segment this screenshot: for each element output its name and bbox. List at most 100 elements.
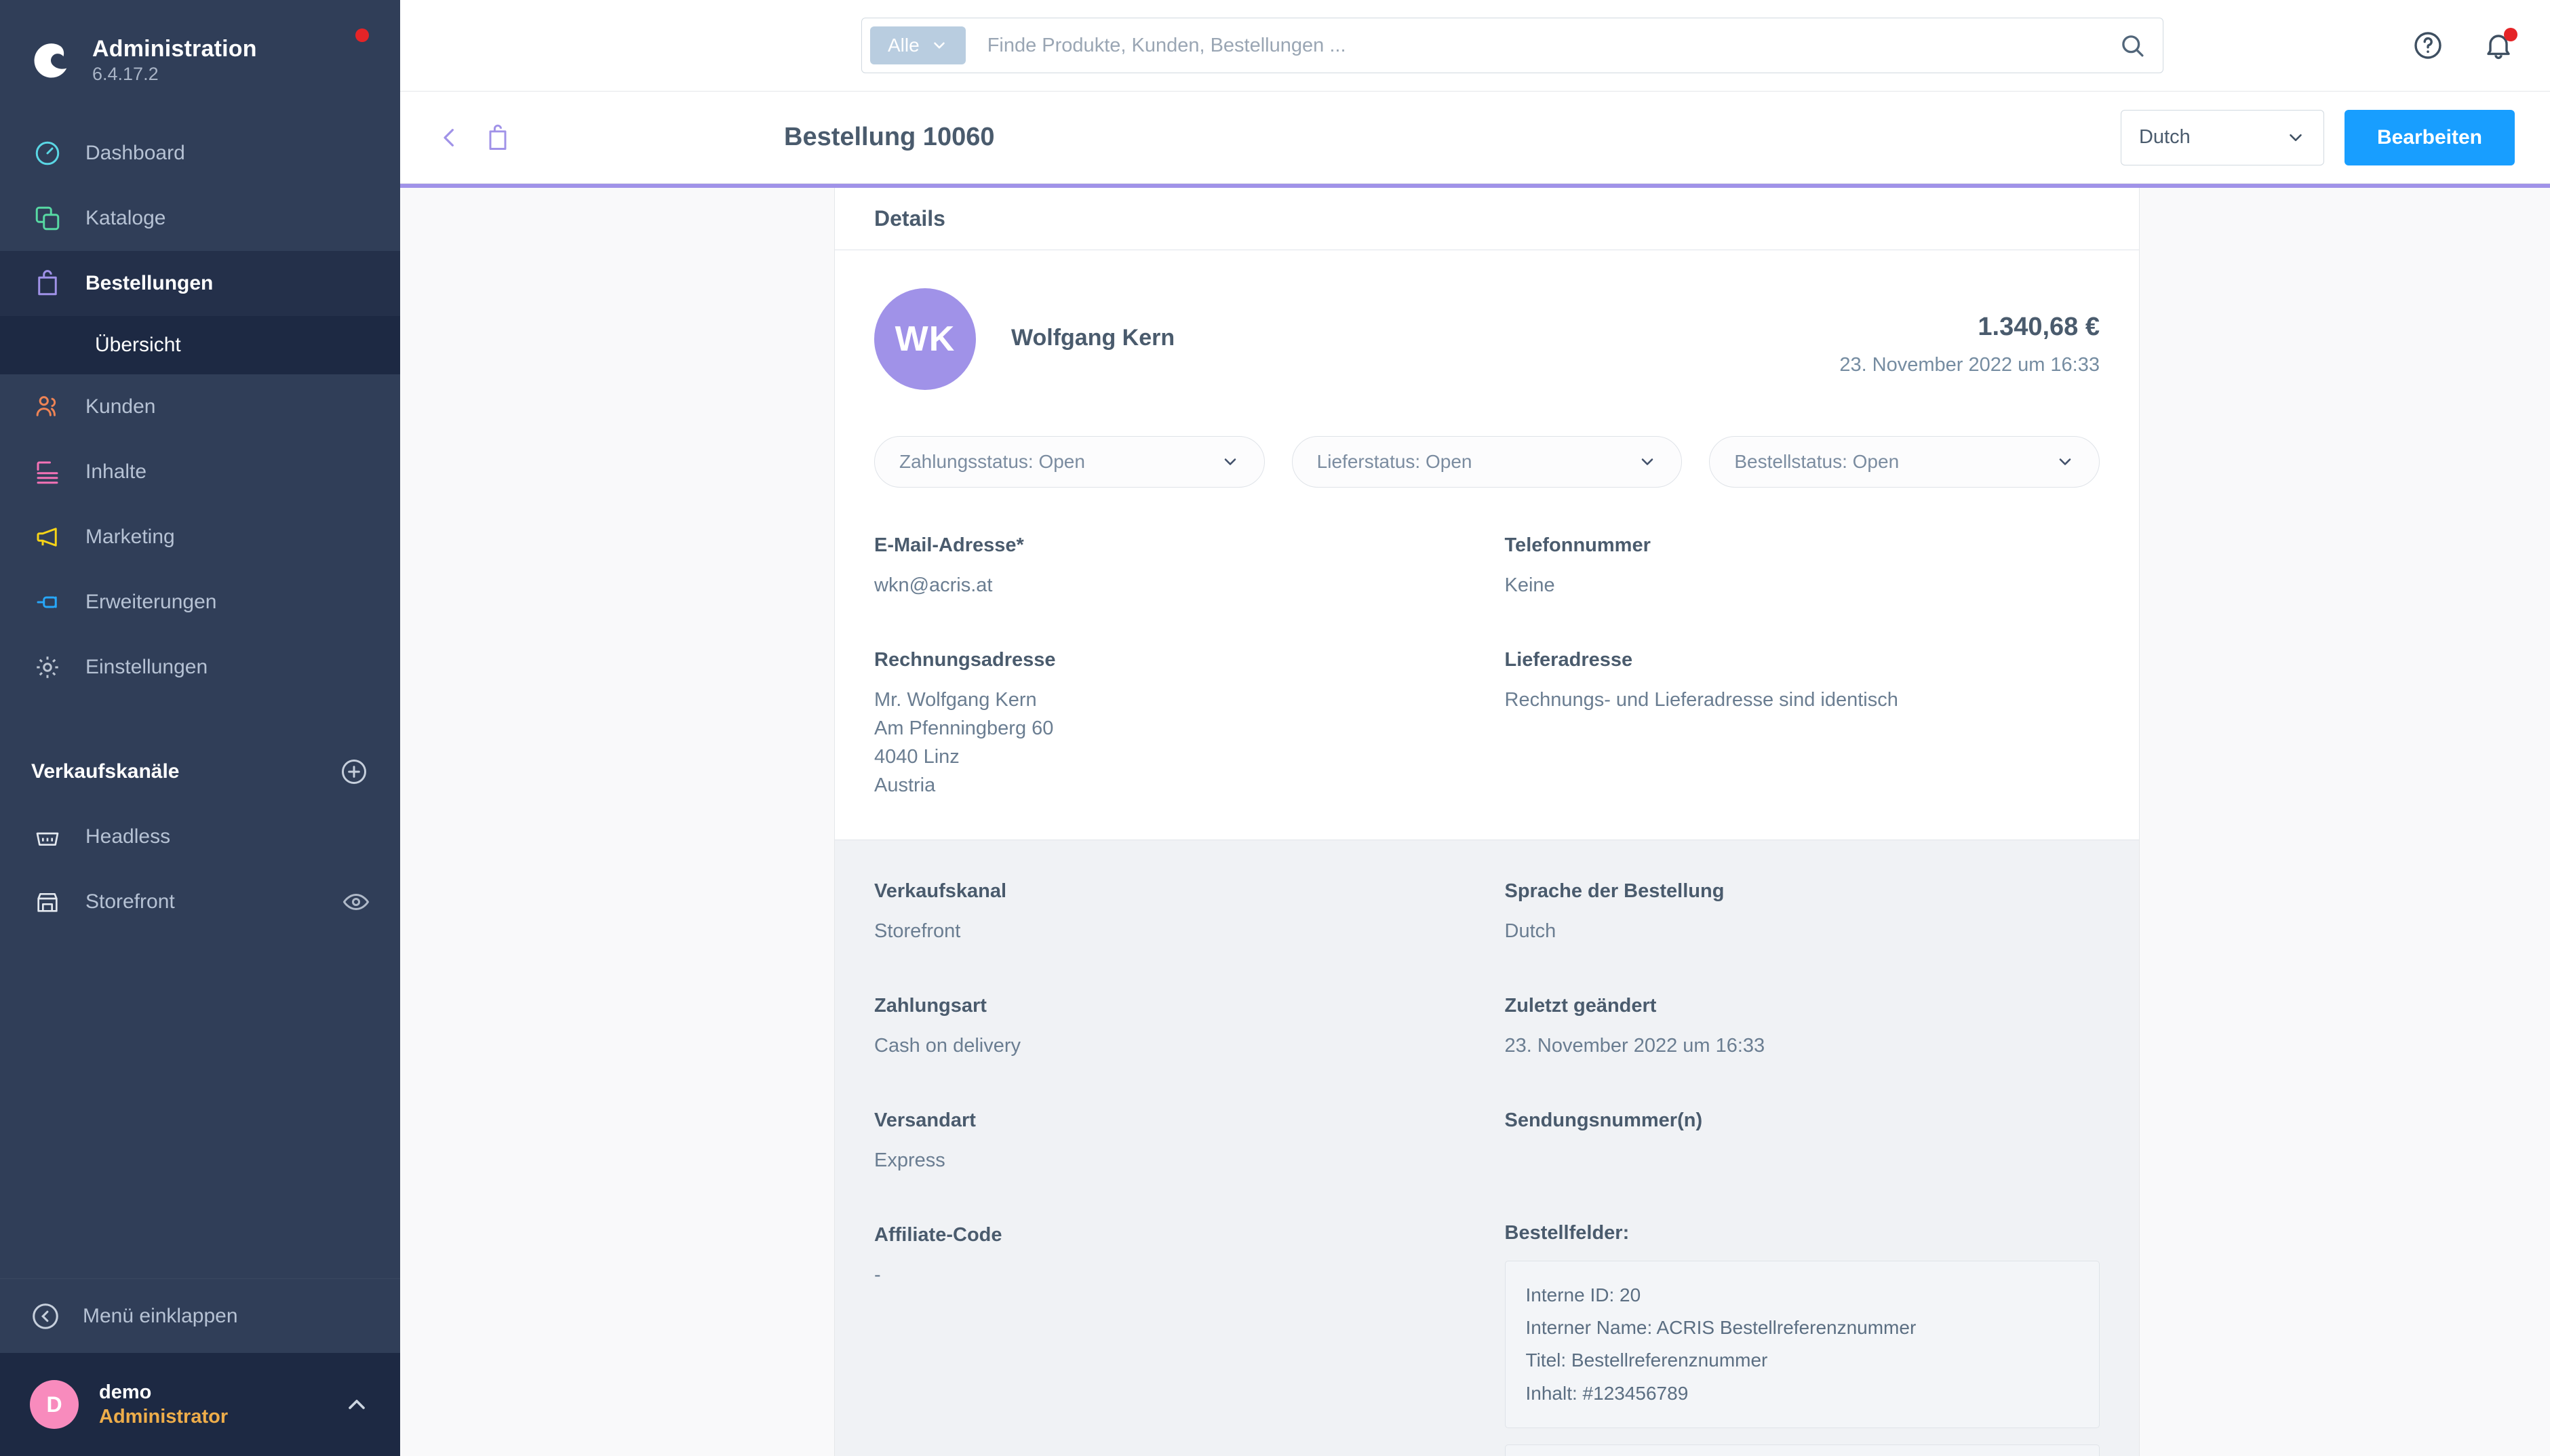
shipping-method-value: Express (874, 1149, 945, 1172)
order-language-group: Sprache der Bestellung Dutch (1505, 878, 2100, 945)
shipping-method-group: Versandart Express (874, 1107, 1470, 1175)
order-fields-label: Bestellfelder: (1504, 1222, 1630, 1244)
order-field-content: Inhalt: #123456789 (1525, 1382, 1689, 1404)
order-fields-group: Bestellfelder: Interne ID: 20 Interner N… (1504, 1175, 2100, 1456)
last-modified-label: Zuletzt geändert (1504, 994, 1657, 1017)
details-card-body: WK Wolfgang Kern 1.340,68 € 23. November… (835, 250, 2139, 840)
order-field-box: Interne ID: 40 Interner Name: ACRIS Kund… (1504, 1444, 2100, 1456)
sidebar-item-marketing[interactable]: Marketing (0, 505, 400, 570)
gauge-icon (30, 136, 65, 171)
sidebar-subitem-uebersicht[interactable]: Übersicht (0, 316, 400, 374)
shipping-address-value: Rechnungs- und Lieferadresse sind identi… (1504, 689, 1898, 711)
basket-icon (30, 819, 65, 854)
order-totals: 1.340,68 € 23. November 2022 um 16:33 (1839, 288, 2100, 376)
details-card-header: Details (835, 188, 2139, 250)
affiliate-code-value: - (874, 1264, 881, 1286)
last-modified-value: 23. November 2022 um 16:33 (1504, 1034, 1765, 1057)
sidebar-item-einstellungen[interactable]: Einstellungen (0, 635, 400, 700)
brand-version: 6.4.17.2 (92, 64, 159, 85)
shop-icon (30, 884, 65, 920)
order-field-title: Titel: Bestellreferenznummer (1525, 1350, 1768, 1371)
sidebar-item-kataloge[interactable]: Kataloge (0, 186, 400, 251)
search-scope-dropdown[interactable]: Alle (870, 26, 966, 64)
sidebar-item-label: Erweiterungen (85, 591, 217, 613)
main-area: Alle Finde Produkte, Kunden, Bestellunge… (400, 0, 2550, 1456)
sidebar-nav: Dashboard Kataloge Bestellungen Übersich… (0, 121, 400, 700)
content-area: Details WK Wolfgang Kern 1.340,68 € 23. … (400, 184, 2550, 1456)
order-bag-icon (483, 123, 513, 153)
sidebar-item-dashboard[interactable]: Dashboard (0, 121, 400, 186)
edit-button[interactable]: Bearbeiten (2344, 109, 2515, 165)
help-circle-icon[interactable] (2412, 29, 2444, 62)
sidebar: Administration 6.4.17.2 Dashboard Katalo… (0, 0, 400, 1456)
sidebar-item-label: Dashboard (85, 142, 185, 164)
search-icon[interactable] (2118, 31, 2146, 60)
megaphone-icon (30, 519, 65, 555)
page-header: Bestellung 10060 Dutch Bearbeiten (400, 92, 2550, 184)
preview-storefront-eye-icon[interactable] (342, 888, 370, 916)
bag-icon (30, 266, 65, 301)
chevron-up-icon[interactable] (343, 1391, 370, 1418)
sidebar-item-label: Marketing (85, 526, 175, 548)
copy-icon (30, 201, 65, 236)
sidebar-brand[interactable]: Administration 6.4.17.2 (0, 0, 400, 95)
chevron-down-icon (1224, 458, 1236, 465)
sidebar-item-inhalte[interactable]: Inhalte (0, 439, 400, 505)
user-menu[interactable]: D demo Administrator (0, 1353, 400, 1456)
phone-value: Keine (1504, 574, 1555, 597)
billing-address-value: Mr. Wolfgang Kern Am Pfenningberg 60 404… (874, 686, 1470, 800)
sidebar-item-label: Inhalte (85, 460, 147, 483)
update-indicator-dot (355, 28, 369, 42)
payment-status-value: Zahlungsstatus: Open (899, 451, 1085, 472)
sales-channels-title: Verkaufskanäle (31, 760, 180, 783)
back-chevron-icon[interactable] (435, 123, 464, 152)
sidebar-item-bestellungen[interactable]: Bestellungen (0, 251, 400, 316)
notification-badge (2504, 28, 2517, 41)
order-field-id: Interne ID: 20 (1525, 1284, 1641, 1306)
payment-method-value: Cash on delivery (874, 1034, 1021, 1057)
shipping-address-label: Lieferadresse (1504, 649, 1633, 671)
billing-line: Mr. Wolfgang Kern (874, 689, 1037, 711)
customer-name[interactable]: Wolfgang Kern (1011, 325, 1175, 351)
details-card: Details WK Wolfgang Kern 1.340,68 € 23. … (834, 188, 2140, 1456)
search-input[interactable] (965, 34, 2118, 57)
order-meta-grid: Verkaufskanal Storefront Sprache der Bes… (874, 878, 2100, 1456)
sales-channel-storefront[interactable]: Storefront (0, 869, 400, 934)
global-search[interactable]: Alle (861, 18, 2163, 73)
customer-summary: WK Wolfgang Kern 1.340,68 € 23. November… (874, 288, 2100, 390)
page-title: Bestellung 10060 (784, 123, 995, 151)
collapse-menu-button[interactable]: Menü einklappen (0, 1278, 400, 1353)
order-total-amount: 1.340,68 € (1978, 313, 2100, 341)
bell-icon[interactable] (2482, 28, 2517, 62)
email-label: E-Mail-Adresse* (874, 534, 1024, 556)
collapse-chevron-left-icon (30, 1301, 61, 1332)
add-sales-channel-icon[interactable] (339, 757, 369, 787)
billing-address-group: Rechnungsadresse Mr. Wolfgang Kern Am Pf… (874, 647, 1470, 800)
content-icon (30, 454, 65, 490)
details-card-title: Details (874, 206, 945, 231)
order-field-box: Interne ID: 20 Interner Name: ACRIS Best… (1504, 1261, 2100, 1428)
sidebar-item-kunden[interactable]: Kunden (0, 374, 400, 439)
gear-icon (30, 650, 65, 685)
sidebar-item-label: Einstellungen (85, 656, 208, 678)
status-selectors: Zahlungsstatus: Open Lieferstatus: Open … (874, 436, 2100, 488)
sidebar-item-label: Bestellungen (85, 272, 214, 294)
sales-channel-group: Verkaufskanal Storefront (874, 878, 1470, 945)
sales-channel-headless[interactable]: Headless (0, 804, 400, 869)
tracking-numbers-group: Sendungsnummer(n) (1505, 1107, 2100, 1175)
sidebar-item-erweiterungen[interactable]: Erweiterungen (0, 570, 400, 635)
language-select[interactable]: Dutch (2120, 109, 2324, 165)
sales-channel-label: Headless (85, 825, 171, 848)
language-select-value: Dutch (2138, 126, 2191, 148)
sidebar-item-label: Kataloge (85, 207, 166, 229)
order-status-value: Bestellstatus: Open (1734, 451, 1900, 472)
order-status-select[interactable]: Bestellstatus: Open (1709, 436, 2100, 488)
order-date: 23. November 2022 um 16:33 (1839, 354, 2100, 376)
customer-avatar: WK (874, 288, 976, 390)
sidebar-subitem-label: Übersicht (95, 334, 181, 356)
shipping-method-label: Versandart (874, 1109, 976, 1131)
chevron-down-icon (2059, 458, 2071, 465)
delivery-status-select[interactable]: Lieferstatus: Open (1291, 436, 1683, 488)
payment-status-select[interactable]: Zahlungsstatus: Open (874, 436, 1265, 488)
